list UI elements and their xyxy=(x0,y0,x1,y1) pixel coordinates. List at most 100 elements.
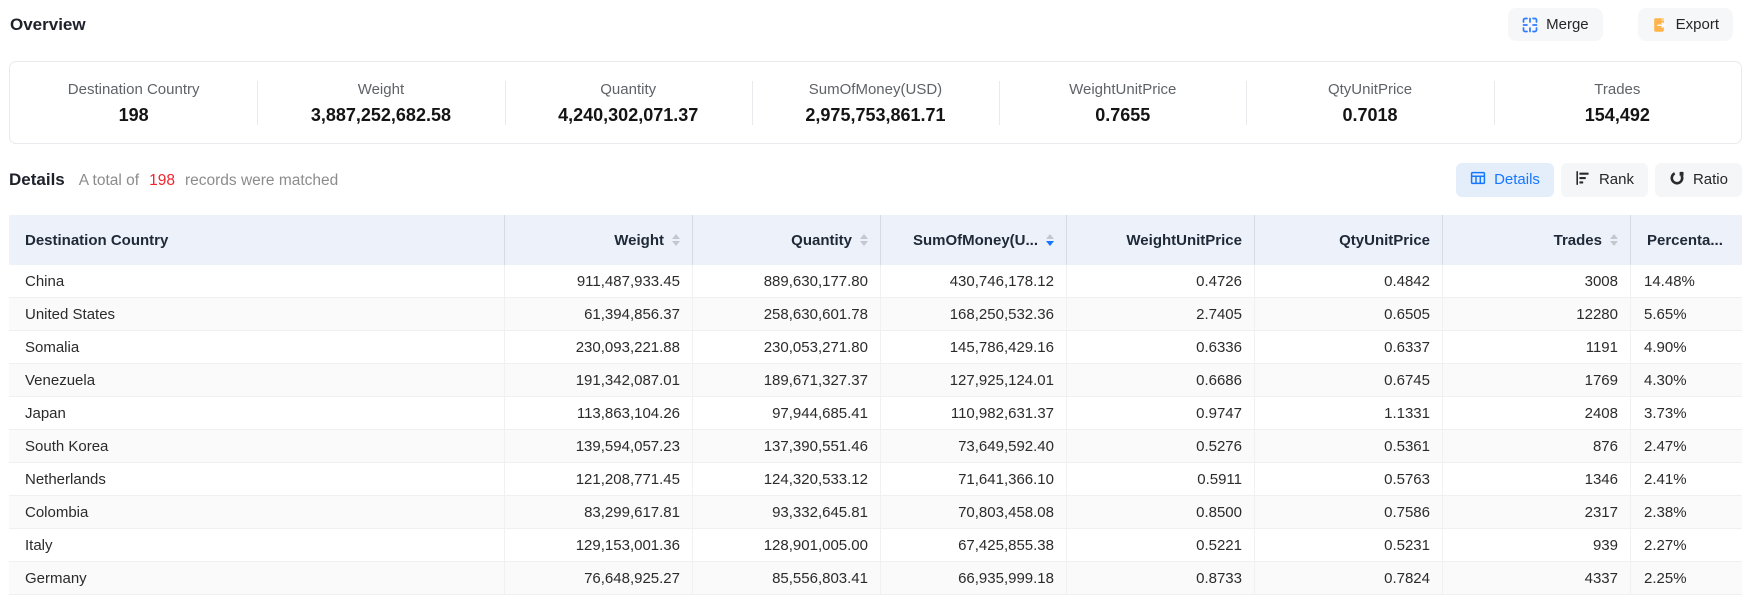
table-cell: 168,250,532.36 xyxy=(881,298,1067,330)
column-header-label: Trades xyxy=(1554,232,1602,249)
column-header[interactable]: SumOfMoney(U... xyxy=(881,215,1067,265)
sort-caret[interactable] xyxy=(672,234,680,246)
country-cell: Netherlands xyxy=(9,463,505,495)
table-cell: 76,648,925.27 xyxy=(505,562,693,594)
stat-item: QtyUnitPrice 0.7018 xyxy=(1246,62,1493,143)
table-cell: 0.8733 xyxy=(1067,562,1255,594)
country-cell: Venezuela xyxy=(9,364,505,396)
table-cell: 70,803,458.08 xyxy=(881,496,1067,528)
table-cell: 12280 xyxy=(1443,298,1631,330)
table-cell: 876 xyxy=(1443,430,1631,462)
sort-caret-up xyxy=(860,234,868,239)
table-cell: 83,299,617.81 xyxy=(505,496,693,528)
column-header: QtyUnitPrice xyxy=(1255,215,1443,265)
table-body: China911,487,933.45889,630,177.80430,746… xyxy=(9,265,1742,595)
table-cell: 145,786,429.16 xyxy=(881,331,1067,363)
stats-bar: Destination Country 198 Weight 3,887,252… xyxy=(9,61,1742,144)
column-header-label: SumOfMoney(U... xyxy=(913,232,1038,249)
stat-label: Quantity xyxy=(600,81,656,99)
table-row: Japan113,863,104.2697,944,685.41110,982,… xyxy=(9,397,1742,430)
column-header-label: Quantity xyxy=(791,232,852,249)
column-header: WeightUnitPrice xyxy=(1067,215,1255,265)
table-cell: 61,394,856.37 xyxy=(505,298,693,330)
table-row: Somalia230,093,221.88230,053,271.80145,7… xyxy=(9,331,1742,364)
table-icon xyxy=(1470,170,1486,190)
table-cell: 0.4726 xyxy=(1067,265,1255,297)
table-cell: 139,594,057.23 xyxy=(505,430,693,462)
stat-label: QtyUnitPrice xyxy=(1328,81,1412,99)
table-cell: 0.6745 xyxy=(1255,364,1443,396)
sort-caret-up xyxy=(1610,234,1618,239)
stat-label: WeightUnitPrice xyxy=(1069,81,1176,99)
country-cell: Colombia xyxy=(9,496,505,528)
column-header[interactable]: Quantity xyxy=(693,215,881,265)
table-cell: 2408 xyxy=(1443,397,1631,429)
stat-value: 0.7655 xyxy=(1095,105,1150,126)
table-cell: 191,342,087.01 xyxy=(505,364,693,396)
table-cell: 73,649,592.40 xyxy=(881,430,1067,462)
sort-caret[interactable] xyxy=(1610,234,1618,246)
column-header[interactable]: Trades xyxy=(1443,215,1631,265)
table-cell: 889,630,177.80 xyxy=(693,265,881,297)
table-cell: 2317 xyxy=(1443,496,1631,528)
stat-item: Destination Country 198 xyxy=(10,62,257,143)
view-toggle-group: Details Rank Ratio xyxy=(1456,163,1742,197)
table-cell: 1191 xyxy=(1443,331,1631,363)
table-cell: 2.27% xyxy=(1631,529,1742,561)
table-cell: 97,944,685.41 xyxy=(693,397,881,429)
table-cell: 129,153,001.36 xyxy=(505,529,693,561)
pie-chart-icon xyxy=(1669,170,1685,190)
table-row: Germany76,648,925.2785,556,803.4166,935,… xyxy=(9,562,1742,595)
merge-icon xyxy=(1522,17,1538,33)
table-cell: 911,487,933.45 xyxy=(505,265,693,297)
sort-caret-down xyxy=(1610,241,1618,246)
tab-details[interactable]: Details xyxy=(1456,163,1554,197)
export-button[interactable]: Export xyxy=(1638,8,1733,41)
table-header-row: Destination Country Weight Quantity SumOfMo… xyxy=(9,215,1742,265)
table-row: Italy129,153,001.36128,901,005.0067,425,… xyxy=(9,529,1742,562)
table-cell: 0.9747 xyxy=(1067,397,1255,429)
table-cell: 0.5911 xyxy=(1067,463,1255,495)
tab-rank-label: Rank xyxy=(1599,171,1634,188)
table-cell: 0.5361 xyxy=(1255,430,1443,462)
details-header-row: Details A total of 198 records were matc… xyxy=(9,162,1742,197)
table-cell: 110,982,631.37 xyxy=(881,397,1067,429)
table-cell: 0.6337 xyxy=(1255,331,1443,363)
column-header: Destination Country xyxy=(9,215,505,265)
sort-caret[interactable] xyxy=(1046,234,1054,246)
sort-caret-up xyxy=(1046,234,1054,239)
tab-rank[interactable]: Rank xyxy=(1561,163,1648,197)
table-cell: 14.48% xyxy=(1631,265,1742,297)
table-row: Colombia83,299,617.8193,332,645.8170,803… xyxy=(9,496,1742,529)
table-cell: 3.73% xyxy=(1631,397,1742,429)
merge-button[interactable]: Merge xyxy=(1508,8,1603,41)
table-cell: 230,053,271.80 xyxy=(693,331,881,363)
table-cell: 4.90% xyxy=(1631,331,1742,363)
table-cell: 2.25% xyxy=(1631,562,1742,594)
column-header-label: Weight xyxy=(614,232,664,249)
table-cell: 1346 xyxy=(1443,463,1631,495)
column-header: Percenta... xyxy=(1631,215,1742,265)
table-cell: 0.5276 xyxy=(1067,430,1255,462)
table-cell: 0.5221 xyxy=(1067,529,1255,561)
column-header[interactable]: Weight xyxy=(505,215,693,265)
stat-label: Trades xyxy=(1594,81,1640,99)
export-button-label: Export xyxy=(1676,16,1719,33)
stat-item: Trades 154,492 xyxy=(1494,62,1741,143)
country-cell: Japan xyxy=(9,397,505,429)
table-cell: 0.4842 xyxy=(1255,265,1443,297)
country-cell: Italy xyxy=(9,529,505,561)
table-cell: 124,320,533.12 xyxy=(693,463,881,495)
table-cell: 113,863,104.26 xyxy=(505,397,693,429)
tab-ratio[interactable]: Ratio xyxy=(1655,163,1742,197)
topbar-actions: Merge Export xyxy=(1508,8,1733,41)
sort-caret[interactable] xyxy=(860,234,868,246)
table-cell: 127,925,124.01 xyxy=(881,364,1067,396)
details-summary: Details A total of 198 records were matc… xyxy=(9,170,338,190)
stat-value: 198 xyxy=(119,105,149,126)
table-cell: 0.6336 xyxy=(1067,331,1255,363)
details-section-title: Details xyxy=(9,170,65,190)
table-cell: 128,901,005.00 xyxy=(693,529,881,561)
table-cell: 4337 xyxy=(1443,562,1631,594)
table-cell: 121,208,771.45 xyxy=(505,463,693,495)
